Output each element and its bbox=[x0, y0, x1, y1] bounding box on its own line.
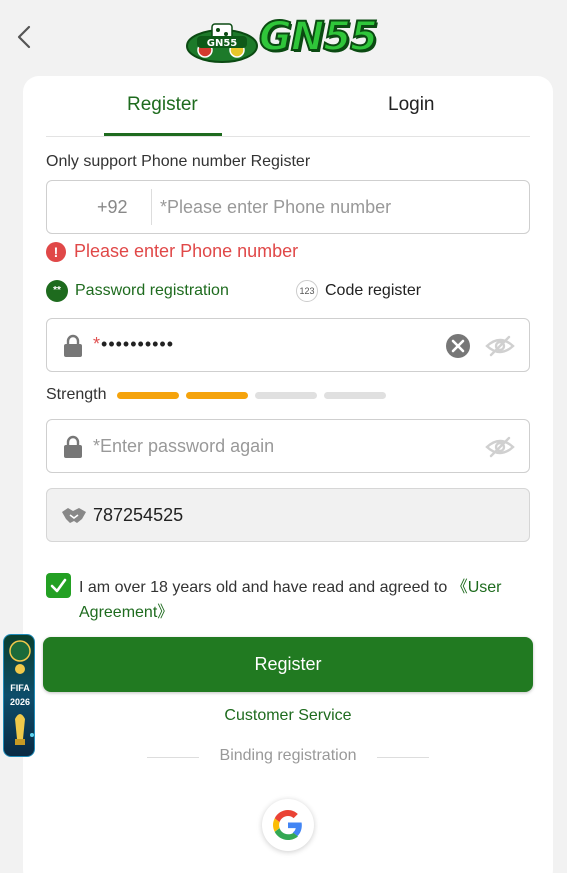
strength-bar bbox=[324, 392, 386, 399]
google-login-button[interactable] bbox=[262, 799, 314, 851]
phone-field[interactable]: +92 *Please enter Phone number bbox=[46, 180, 530, 234]
code-register-option[interactable]: Code register bbox=[325, 282, 421, 300]
register-button[interactable]: Register bbox=[43, 637, 533, 692]
user-agreement: I am over 18 years old and have read and… bbox=[46, 573, 530, 629]
password-registration-option[interactable]: Password registration bbox=[75, 282, 229, 300]
required-mark: * bbox=[93, 436, 101, 456]
register-mode-selector: ** Password registration 123 Code regist… bbox=[46, 279, 530, 303]
strength-bar bbox=[117, 392, 179, 399]
phone-placeholder: Please enter Phone number bbox=[167, 197, 392, 217]
confirm-password-placeholder: Enter password again bbox=[100, 436, 275, 456]
divider bbox=[151, 189, 152, 225]
invite-code-value[interactable]: 787254525 bbox=[93, 505, 183, 526]
support-note: Only support Phone number Register bbox=[46, 153, 311, 170]
eye-off-icon[interactable] bbox=[485, 333, 515, 359]
eye-off-icon[interactable] bbox=[485, 434, 515, 460]
country-code[interactable]: +92 bbox=[97, 197, 128, 218]
confirm-password-input[interactable]: *Enter password again bbox=[93, 436, 274, 457]
casino-badge-icon: GN55 bbox=[186, 23, 258, 63]
strength-bar bbox=[255, 392, 317, 399]
agreement-checkbox[interactable] bbox=[46, 573, 71, 598]
code-mode-icon[interactable]: 123 bbox=[296, 280, 318, 302]
required-mark: * bbox=[93, 334, 102, 354]
strength-label: Strength bbox=[46, 386, 107, 403]
active-tab-indicator bbox=[104, 133, 222, 136]
divider-line bbox=[377, 757, 429, 758]
binding-registration-divider: Binding registration bbox=[23, 747, 553, 769]
lock-icon bbox=[64, 334, 82, 357]
binding-registration-label: Binding registration bbox=[219, 747, 357, 764]
customer-service-link[interactable]: Customer Service bbox=[23, 707, 553, 725]
password-strength: Strength bbox=[46, 386, 530, 406]
divider-line bbox=[147, 757, 199, 758]
promo-text: FIFA bbox=[10, 683, 30, 693]
logo-wordmark: GN55 bbox=[258, 13, 379, 61]
fifa-promo-banner[interactable]: FIFA 2026 bbox=[3, 634, 35, 757]
required-mark: * bbox=[160, 197, 168, 217]
promo-year: 2026 bbox=[9, 697, 31, 707]
invite-code-field[interactable]: 787254525 bbox=[46, 488, 530, 542]
strength-bar bbox=[186, 392, 248, 399]
password-value: •••••••••• bbox=[101, 334, 175, 354]
confirm-password-field[interactable]: *Enter password again bbox=[46, 419, 530, 473]
chevron-left-icon[interactable] bbox=[14, 24, 36, 50]
password-field[interactable]: *•••••••••• bbox=[46, 318, 530, 372]
tab-register[interactable]: Register bbox=[127, 94, 198, 116]
brand-logo: GN55 GN55 bbox=[185, 12, 390, 64]
trophy-icon bbox=[9, 640, 34, 745]
handshake-icon bbox=[62, 508, 86, 523]
password-mode-icon[interactable]: ** bbox=[46, 280, 68, 302]
agreement-text: I am over 18 years old and have read and… bbox=[79, 575, 529, 625]
svg-text:GN55: GN55 bbox=[207, 38, 238, 49]
top-bar: GN55 GN55 bbox=[0, 0, 567, 75]
tab-login[interactable]: Login bbox=[388, 94, 435, 116]
register-card: Register Login Only support Phone number… bbox=[23, 76, 553, 873]
google-icon bbox=[273, 810, 302, 840]
phone-input[interactable]: *Please enter Phone number bbox=[160, 197, 391, 218]
auth-tabs: Register Login bbox=[46, 76, 530, 137]
agreement-statement: I am over 18 years old and have read and… bbox=[79, 579, 448, 596]
lock-icon bbox=[64, 435, 82, 458]
error-text: Please enter Phone number bbox=[74, 241, 299, 261]
error-icon: ! bbox=[46, 242, 66, 262]
password-input[interactable]: *•••••••••• bbox=[93, 334, 174, 355]
clear-icon[interactable] bbox=[445, 333, 471, 359]
